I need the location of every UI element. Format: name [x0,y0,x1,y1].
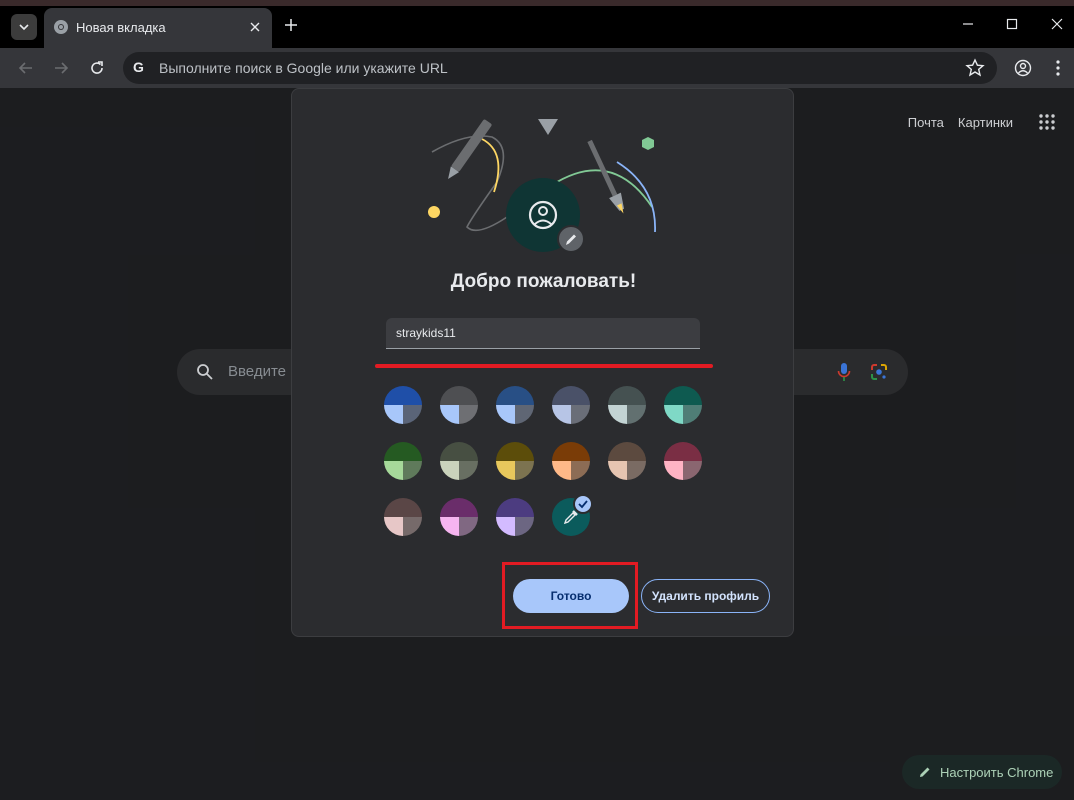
minimize-icon[interactable] [956,12,980,36]
color-swatch[interactable] [440,386,478,424]
delete-profile-button[interactable]: Удалить профиль [641,579,770,613]
color-swatch[interactable] [608,442,646,480]
maximize-icon[interactable] [1000,12,1024,36]
color-swatch[interactable] [440,442,478,480]
done-button[interactable]: Готово [513,579,629,613]
color-swatch[interactable] [552,386,590,424]
new-tab-icon[interactable] [280,14,302,36]
welcome-illustration [428,119,656,253]
chevron-down-icon [19,24,29,31]
reload-icon[interactable] [87,58,107,78]
address-placeholder: Выполните поиск в Google или укажите URL [159,60,448,76]
color-swatch[interactable] [496,498,534,536]
tab-new-tab[interactable]: Новая вкладка [44,8,272,48]
close-window-icon[interactable] [1045,12,1069,36]
annotation-underline [375,364,713,368]
bookmark-star-icon[interactable] [965,58,985,78]
profile-name-input[interactable] [386,318,700,349]
menu-icon[interactable] [1048,58,1068,78]
tab-strip: Новая вкладка [0,0,1074,48]
color-swatch[interactable] [384,442,422,480]
back-icon[interactable] [16,58,36,78]
color-swatch[interactable] [384,386,422,424]
tab-title: Новая вкладка [76,20,166,35]
color-swatch[interactable] [496,442,534,480]
google-icon: G [133,59,144,75]
selected-check-icon [573,494,593,514]
profile-customization-dialog: Добро пожаловать! Готово Удалить профиль [291,88,794,637]
profile-icon[interactable] [1013,58,1033,78]
color-swatch[interactable] [440,498,478,536]
color-swatch[interactable] [552,442,590,480]
address-bar[interactable]: G Выполните поиск в Google или укажите U… [123,52,997,84]
window-frame [0,0,1074,6]
color-swatch[interactable] [664,386,702,424]
forward-icon[interactable] [51,58,71,78]
toolbar: G Выполните поиск в Google или укажите U… [0,48,1074,88]
color-swatch[interactable] [608,386,646,424]
color-swatch[interactable] [384,498,422,536]
color-swatch[interactable] [664,442,702,480]
color-swatch[interactable] [496,386,534,424]
close-tab-icon[interactable] [246,18,264,36]
welcome-title: Добро пожаловать! [450,271,637,292]
chrome-icon [54,20,68,34]
tab-search-button[interactable] [11,14,37,40]
